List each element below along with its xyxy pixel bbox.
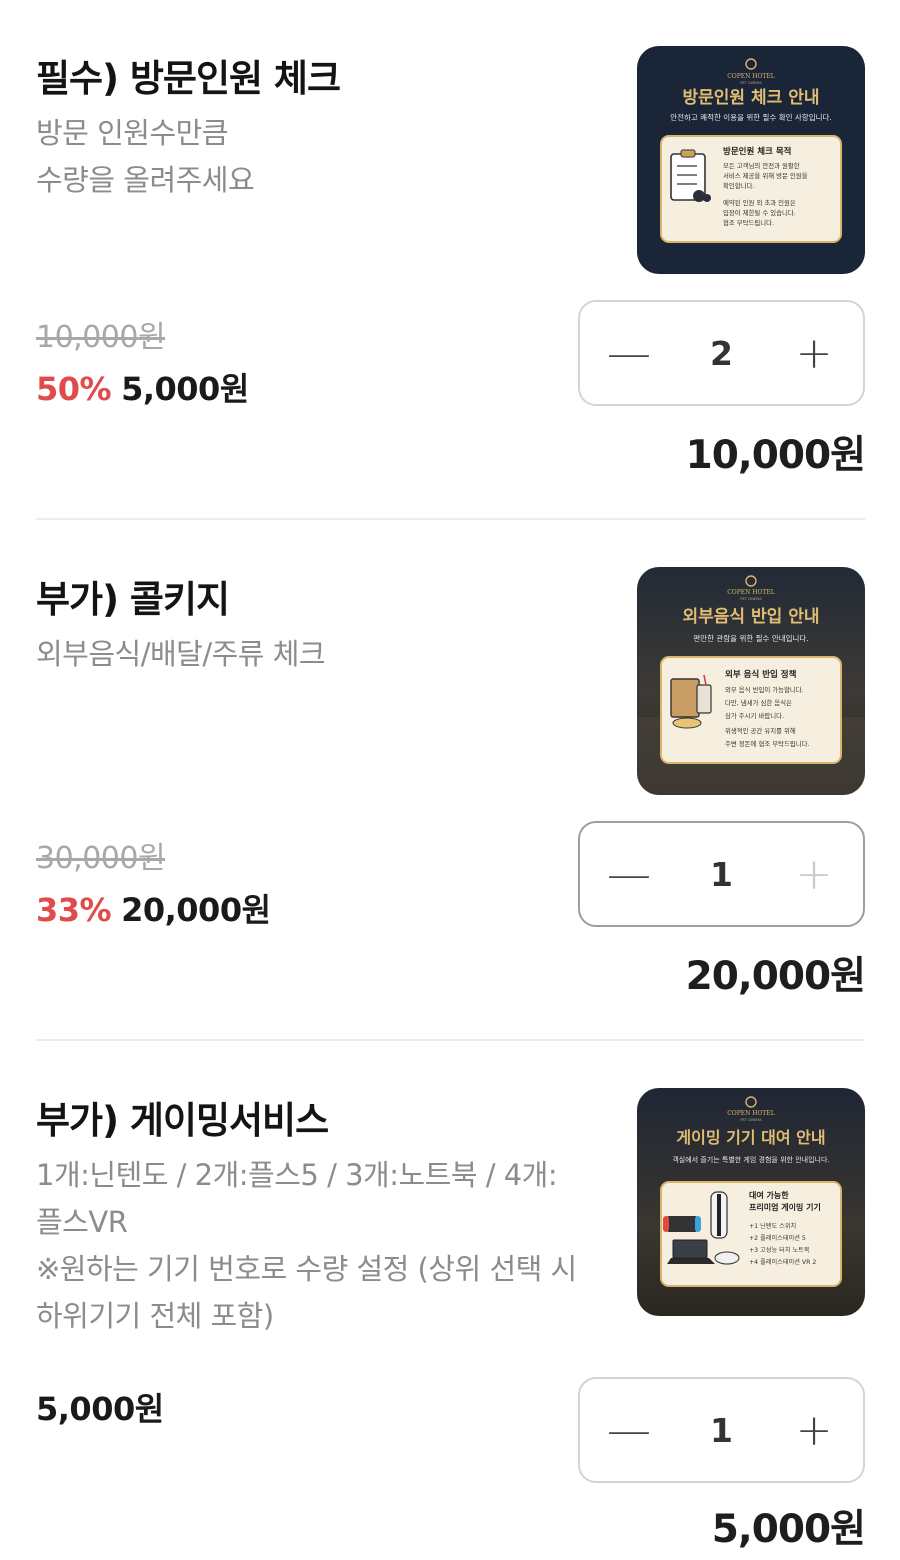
sale-price: 5,000원 (121, 370, 249, 408)
sale-price: 20,000원 (121, 891, 271, 929)
svg-text:외부 음식 반입이 가능합니다.: 외부 음식 반입이 가능합니다. (725, 685, 804, 694)
product-item-visitor-check: 필수) 방문인원 체크 방문 인원수만큼 수량을 올려주세요 COPEN HOT… (0, 0, 900, 520)
desc-line: 수량을 올려주세요 (36, 163, 255, 197)
desc-line: 1개:닌텐도 / 2개:플스5 / 3개:노트북 / 4개: (36, 1158, 558, 1192)
desc-note: 하위기기 전체 포함) (36, 1299, 274, 1333)
item-thumbnail[interactable]: COPEN HOTEL PET CINEMA 게이밍 기기 대여 안내 객실에서… (637, 1088, 865, 1316)
svg-text:주변 정돈에 협조 부탁드립니다.: 주변 정돈에 협조 부탁드립니다. (725, 739, 810, 748)
svg-text:다만, 냄새가 심한 음식은: 다만, 냄새가 심한 음식은 (725, 698, 792, 707)
item-thumbnail[interactable]: COPEN HOTEL PET CINEMA 방문인원 체크 안내 안전하고 쾌… (637, 46, 865, 274)
item-title: 부가) 콜키지 (36, 578, 230, 621)
decrease-button[interactable]: — (584, 823, 674, 925)
item-description: 1개:닌텐도 / 2개:플스5 / 3개:노트북 / 4개: 플스VR ※원하는… (36, 1152, 616, 1340)
thumb-headline: 게이밍 기기 대여 안내 (676, 1128, 825, 1147)
thumb-card-title: 대여 가능한 (749, 1190, 789, 1200)
svg-text:입장이 제한될 수 있습니다.: 입장이 제한될 수 있습니다. (723, 208, 796, 217)
product-item-gaming-service: 부가) 게이밍서비스 1개:닌텐도 / 2개:플스5 / 3개:노트북 / 4개… (0, 1042, 900, 1560)
increase-button[interactable]: + (769, 823, 859, 925)
svg-text:모든 고객님의 안전과 원활한: 모든 고객님의 안전과 원활한 (723, 161, 800, 170)
thumb-brand: COPEN HOTEL (727, 589, 775, 596)
svg-text:협조 부탁드립니다.: 협조 부탁드립니다. (723, 218, 774, 227)
svg-text:확인합니다.: 확인합니다. (723, 181, 754, 190)
svg-text:예약된 인원 외 초과 인원은: 예약된 인원 외 초과 인원은 (723, 198, 796, 207)
thumb-brand-sub: PET CINEMA (740, 81, 762, 85)
sale-price-row: 50% 5,000원 (36, 364, 249, 410)
decrease-button[interactable]: — (584, 1379, 674, 1481)
thumb-headline: 외부음식 반입 안내 (683, 607, 820, 627)
thumb-card-title2: 프리미엄 게이밍 기기 (749, 1202, 821, 1212)
increase-button[interactable]: + (769, 1379, 859, 1481)
item-total: 10,000원 (685, 433, 866, 478)
svg-text:+1 닌텐도 스위치: +1 닌텐도 스위치 (749, 1222, 796, 1230)
item-title: 필수) 방문인원 체크 (36, 57, 341, 100)
svg-text:+2 플레이스테이션 5: +2 플레이스테이션 5 (749, 1234, 806, 1242)
thumb-brand: COPEN HOTEL (727, 73, 775, 80)
desc-line: 방문 인원수만큼 (36, 116, 228, 150)
clipboard-icon (670, 149, 711, 202)
sale-price-row: 33% 20,000원 (36, 885, 271, 931)
item-total: 5,000원 (711, 1507, 866, 1552)
product-item-corkage: 부가) 콜키지 외부음식/배달/주류 체크 COPEN HOTEL PET CI… (0, 521, 900, 1041)
item-description: 외부음식/배달/주류 체크 (36, 631, 326, 678)
svg-text:위생적인 공간 유지를 위해: 위생적인 공간 유지를 위해 (725, 726, 796, 735)
item-total: 20,000원 (685, 954, 866, 999)
thumb-brand-sub: PET CINEMA (740, 1118, 762, 1122)
svg-text:+3 고성능 터치 노트북: +3 고성능 터치 노트북 (749, 1246, 810, 1254)
divider (36, 518, 865, 520)
thumb-headline: 방문인원 체크 안내 (683, 88, 820, 108)
quantity-stepper: — 2 + (578, 300, 865, 406)
original-price: 30,000원 (36, 841, 166, 876)
desc-line: 외부음식/배달/주류 체크 (36, 637, 326, 671)
discount-rate: 33% (36, 891, 112, 929)
decrease-button[interactable]: — (584, 302, 674, 404)
item-title: 부가) 게이밍서비스 (36, 1099, 329, 1142)
divider (36, 1039, 865, 1041)
svg-text:+4 플레이스테이션 VR 2: +4 플레이스테이션 VR 2 (749, 1258, 816, 1266)
thumb-brand: COPEN HOTEL (727, 1110, 775, 1117)
thumb-card-title: 외부 음식 반입 정책 (725, 669, 797, 680)
quantity-stepper: — 1 + (578, 821, 865, 927)
increase-button[interactable]: + (769, 302, 859, 404)
svg-text:삼가 주시기 바랍니다.: 삼가 주시기 바랍니다. (725, 711, 784, 720)
quantity-stepper: — 1 + (578, 1377, 865, 1483)
quantity-value: 1 (710, 1410, 733, 1450)
item-thumbnail[interactable]: COPEN HOTEL PET CINEMA 외부음식 반입 안내 편안한 관람… (637, 567, 865, 795)
thumb-subline: 객실에서 즐기는 특별한 게임 경험을 위한 안내입니다. (672, 1155, 829, 1164)
thumb-subline: 안전하고 쾌적한 이용을 위한 필수 확인 사항입니다. (670, 112, 832, 122)
item-price: 5,000원 (36, 1390, 164, 1428)
desc-note: ※원하는 기기 번호로 수량 설정 (상위 선택 시 (36, 1252, 577, 1286)
discount-rate: 50% (36, 370, 112, 408)
thumb-card-title: 방문인원 체크 목적 (723, 146, 791, 157)
svg-text:서비스 제공을 위해 방문 인원을: 서비스 제공을 위해 방문 인원을 (723, 171, 808, 180)
thumb-brand-sub: PET CINEMA (740, 597, 762, 601)
quantity-value: 1 (710, 854, 733, 894)
thumb-subline: 편안한 관람을 위한 필수 안내입니다. (693, 633, 808, 643)
quantity-value: 2 (710, 333, 733, 373)
original-price: 10,000원 (36, 320, 166, 355)
item-description: 방문 인원수만큼 수량을 올려주세요 (36, 110, 255, 204)
desc-line: 플스VR (36, 1205, 128, 1239)
